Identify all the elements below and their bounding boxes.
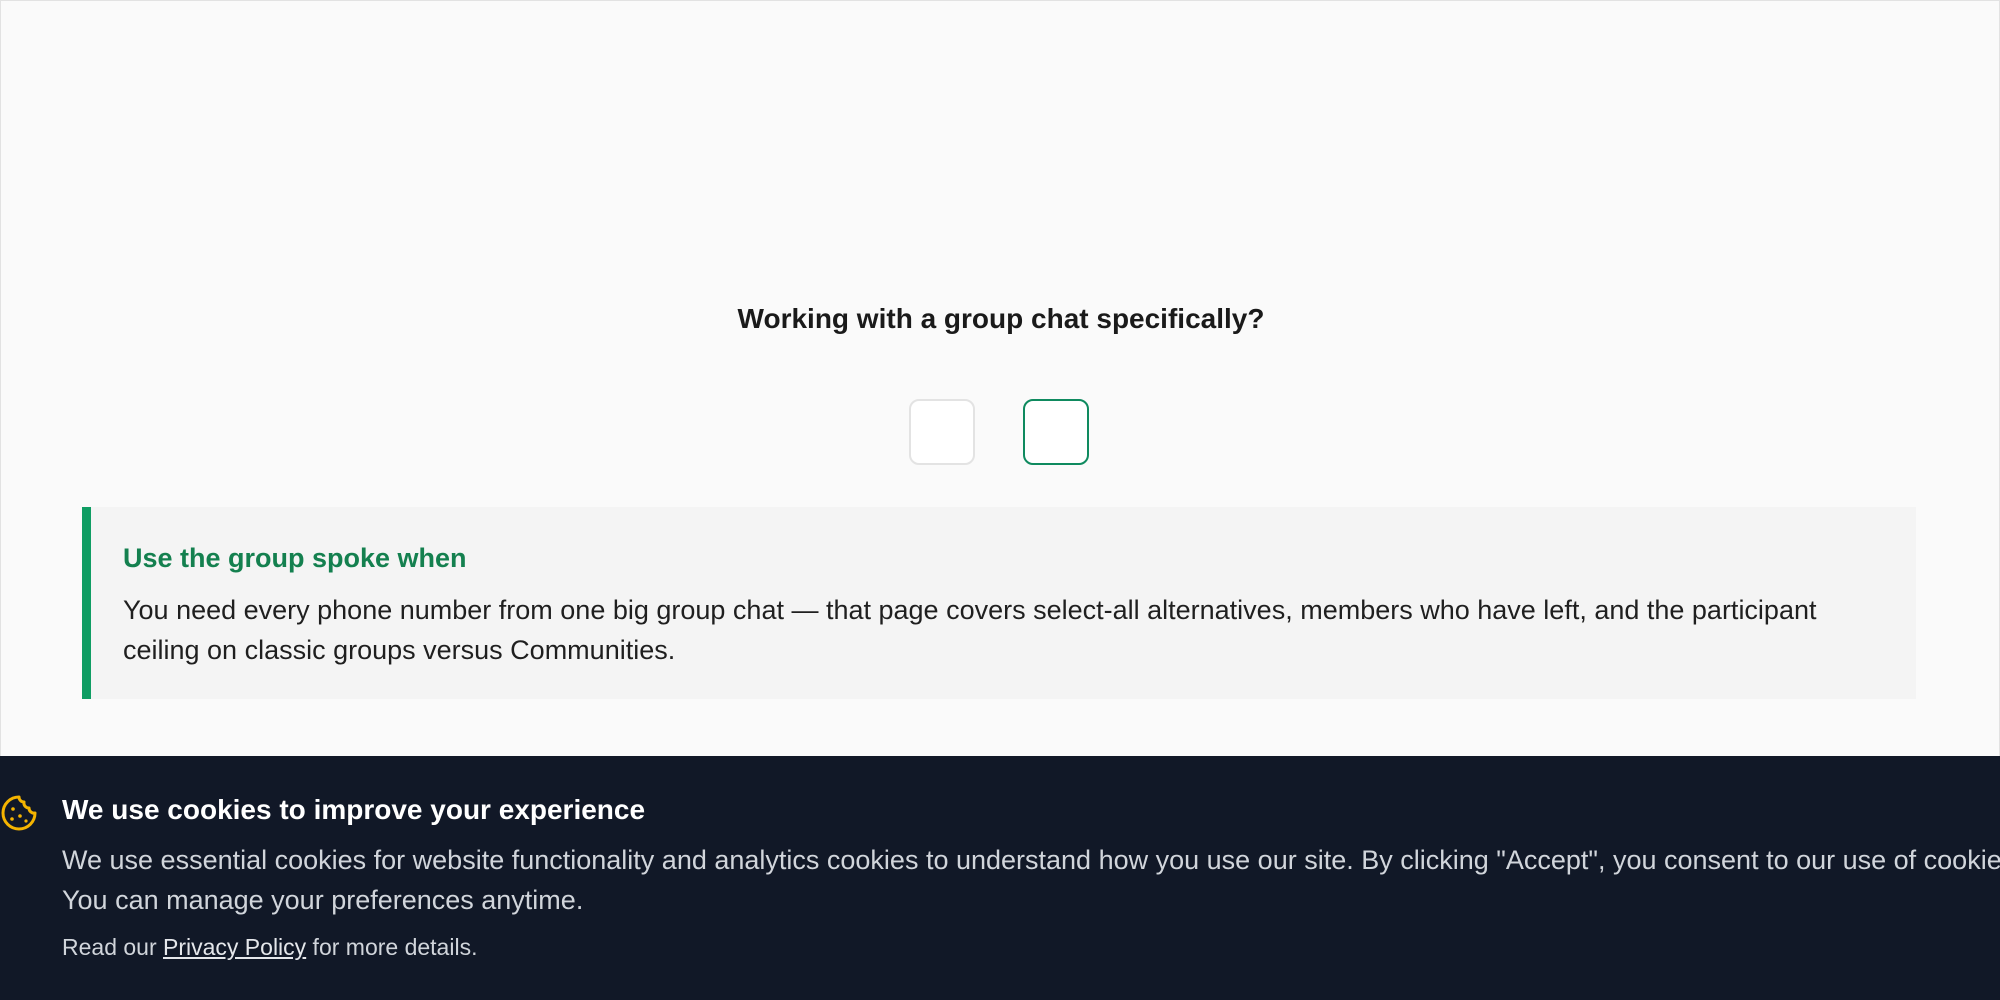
question-heading: Working with a group chat specifically? xyxy=(737,303,1265,334)
cookie-banner: We use cookies to improve your experienc… xyxy=(0,756,2000,1000)
privacy-suffix: for more details. xyxy=(306,934,478,960)
group-spoke-callout: Use the group spoke when You need every … xyxy=(82,507,1916,699)
callout-body: You need every phone number from one big… xyxy=(123,595,1817,665)
page-content: Working with a group chat specifically? … xyxy=(0,0,2000,758)
privacy-prefix: Read our xyxy=(62,934,164,960)
cookie-banner-title: We use cookies to improve your experienc… xyxy=(62,794,646,825)
choice-group xyxy=(909,399,1089,465)
choice-option-2[interactable] xyxy=(1023,399,1089,465)
callout-title: Use the group spoke when xyxy=(123,543,467,573)
cookie-icon xyxy=(1,795,37,831)
privacy-policy-link[interactable]: Privacy Policy xyxy=(163,934,306,960)
cookie-privacy-note: Read our Privacy Policy for more details… xyxy=(62,934,477,961)
cookie-banner-description: We use essential cookies for website fun… xyxy=(62,845,2000,915)
choice-option-1[interactable] xyxy=(909,399,975,465)
